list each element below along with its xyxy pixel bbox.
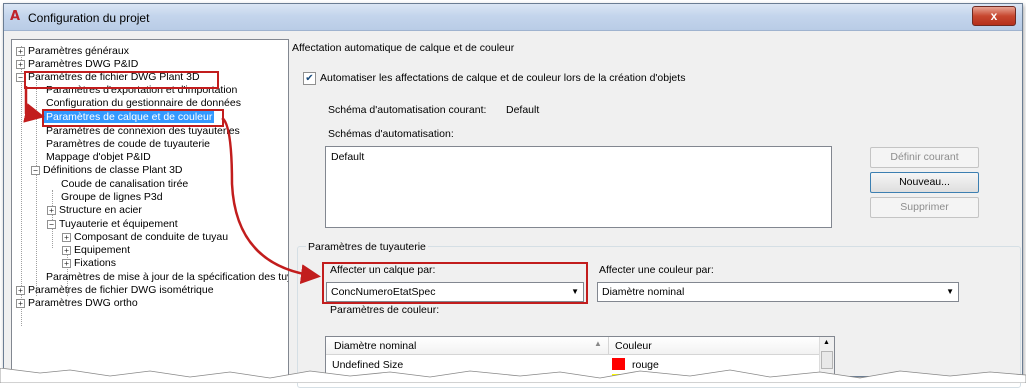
arrow-to-selected [23,86,45,123]
annotation-arrows [23,86,321,285]
project-config-window: A Configuration du projet x + Paramètres … [3,3,1023,388]
arrow-to-dropdown [221,116,321,285]
torn-edge-decoration [0,368,1026,383]
